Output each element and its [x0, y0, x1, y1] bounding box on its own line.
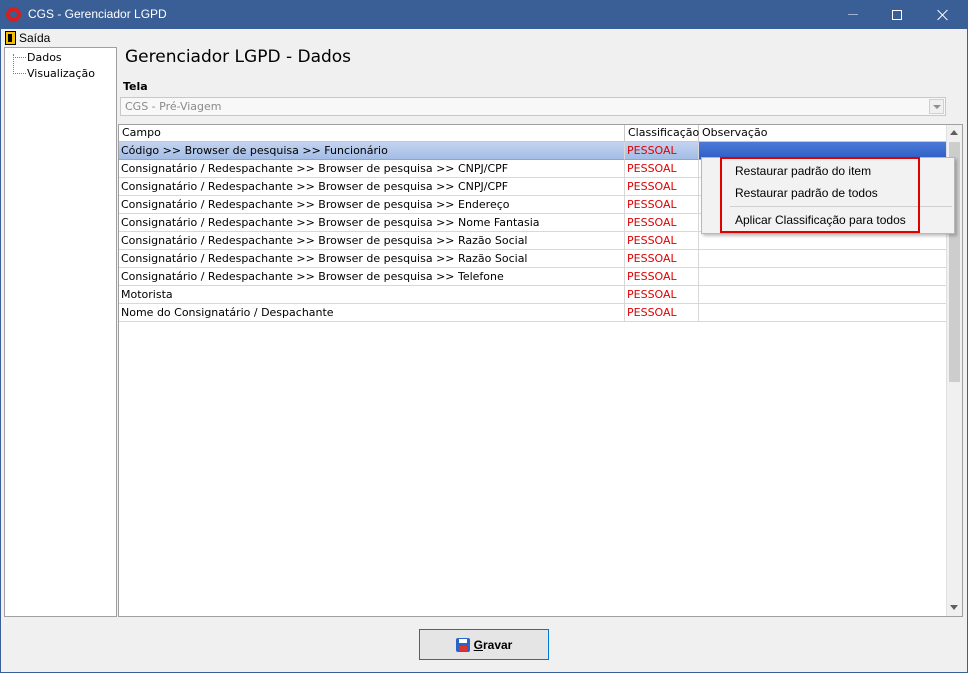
exit-door-icon [5, 30, 16, 45]
menu-bar: Saída [1, 29, 967, 46]
cell-campo[interactable]: Consignatário / Redespachante >> Browser… [119, 178, 625, 196]
cell-classificacao[interactable]: PESSOAL [625, 196, 699, 214]
menu-exit[interactable]: Saída [5, 30, 50, 45]
chevron-down-icon [932, 104, 941, 109]
scroll-down-icon[interactable] [950, 605, 958, 610]
cell-classificacao[interactable]: PESSOAL [625, 178, 699, 196]
tree-branch [13, 56, 26, 58]
column-header-campo[interactable]: Campo [119, 125, 625, 142]
tree-item-visualizacao[interactable]: Visualização [13, 65, 95, 81]
cell-classificacao[interactable]: PESSOAL [625, 142, 699, 160]
cell-campo[interactable]: Motorista [119, 286, 625, 304]
column-header-classificacao[interactable]: Classificação [625, 125, 699, 142]
cell-campo[interactable]: Código >> Browser de pesquisa >> Funcion… [119, 142, 625, 160]
maximize-button[interactable] [874, 0, 920, 29]
tree-item-label: Visualização [27, 66, 95, 80]
tree-item-label: Dados [27, 50, 62, 64]
tree-branch [13, 72, 26, 74]
tela-select[interactable]: CGS - Pré-Viagem [120, 97, 946, 116]
cell-classificacao[interactable]: PESSOAL [625, 232, 699, 250]
cell-classificacao[interactable]: PESSOAL [625, 214, 699, 232]
table-row[interactable]: Motorista PESSOAL [119, 286, 948, 304]
save-button-label: Gravar [473, 637, 513, 652]
cell-observacao[interactable] [699, 268, 948, 286]
cell-campo[interactable]: Consignatário / Redespachante >> Browser… [119, 196, 625, 214]
minimize-icon [848, 14, 858, 15]
close-button[interactable] [920, 0, 966, 29]
cell-campo[interactable]: Nome do Consignatário / Despachante [119, 304, 625, 322]
tela-label: Tela [123, 80, 148, 93]
app-logo-icon [6, 7, 21, 22]
cell-campo[interactable]: Consignatário / Redespachante >> Browser… [119, 214, 625, 232]
cell-campo[interactable]: Consignatário / Redespachante >> Browser… [119, 268, 625, 286]
window-title: CGS - Gerenciador LGPD [28, 7, 167, 21]
table-row[interactable]: Consignatário / Redespachante >> Browser… [119, 250, 948, 268]
cell-observacao[interactable] [699, 232, 948, 250]
cell-classificacao[interactable]: PESSOAL [625, 250, 699, 268]
close-icon [937, 9, 949, 21]
column-header-observacao[interactable]: Observação [699, 125, 948, 142]
cell-campo[interactable]: Consignatário / Redespachante >> Browser… [119, 232, 625, 250]
tree-item-dados[interactable]: Dados [13, 49, 62, 65]
cell-observacao[interactable] [699, 250, 948, 268]
maximize-icon [892, 9, 902, 20]
menu-exit-label: Saída [19, 30, 51, 45]
cell-observacao[interactable] [699, 286, 948, 304]
tela-select-value: CGS - Pré-Viagem [125, 100, 222, 113]
cell-campo[interactable]: Consignatário / Redespachante >> Browser… [119, 160, 625, 178]
title-bar: CGS - Gerenciador LGPD [0, 0, 968, 29]
cell-classificacao[interactable]: PESSOAL [625, 160, 699, 178]
context-menu-highlight-box [720, 157, 920, 233]
cell-classificacao[interactable]: PESSOAL [625, 304, 699, 322]
table-row[interactable]: Consignatário / Redespachante >> Browser… [119, 232, 948, 250]
cell-classificacao[interactable]: PESSOAL [625, 268, 699, 286]
cell-classificacao[interactable]: PESSOAL [625, 286, 699, 304]
page-title: Gerenciador LGPD - Dados [125, 47, 352, 67]
navigation-tree: Dados Visualização [4, 47, 117, 617]
table-row[interactable]: Consignatário / Redespachante >> Browser… [119, 268, 948, 286]
grid-header: Campo Classificação Observação [119, 125, 948, 142]
tela-dropdown-button[interactable] [929, 99, 944, 114]
minimize-button[interactable] [830, 0, 876, 29]
table-row[interactable]: Nome do Consignatário / Despachante PESSO… [119, 304, 948, 322]
scroll-up-icon[interactable] [950, 130, 958, 135]
cell-observacao[interactable] [699, 304, 948, 322]
floppy-disk-icon [455, 637, 470, 652]
cell-campo[interactable]: Consignatário / Redespachante >> Browser… [119, 250, 625, 268]
save-button[interactable]: Gravar [419, 629, 549, 660]
